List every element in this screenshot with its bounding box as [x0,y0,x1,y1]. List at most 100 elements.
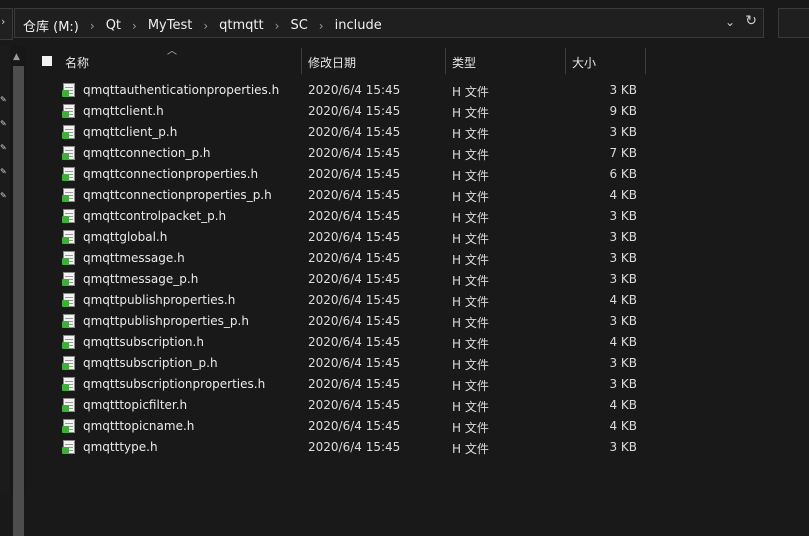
file-name: qmqttpublishproperties_p.h [83,314,249,328]
breadcrumb-include[interactable]: include [335,18,382,33]
file-date-modified: 2020/6/4 15:45 [308,419,401,433]
file-size: 3 KB [609,251,637,265]
chevron-right-icon[interactable]: › [275,19,280,33]
column-divider[interactable] [645,48,646,74]
file-name: qmqttclient.h [83,104,164,118]
file-row[interactable]: qmqttconnectionproperties.h 2020/6/4 15:4… [59,164,809,185]
file-type: H 文件 [452,337,489,351]
file-date-modified: 2020/6/4 15:45 [308,272,401,286]
scroll-up-arrow-icon[interactable]: ▲ [13,52,20,62]
chevron-right-icon[interactable]: › [90,19,95,33]
breadcrumb: 仓库 (M:) › Qt › MyTest › qtmqtt › SC › in… [23,16,382,35]
header-file-icon [62,398,75,412]
pin-icon[interactable]: ✎ [0,191,8,201]
pin-icon[interactable]: ✎ [0,143,8,153]
file-row[interactable]: qmqtttopicfilter.h 2020/6/4 15:45 H 文件 4 KB [59,395,809,416]
file-row[interactable]: qmqttpublishproperties.h 2020/6/4 15:45 H … [59,290,809,311]
header-file-icon [62,314,75,328]
pin-icon[interactable]: ✎ [0,95,8,105]
quick-access-strip: ✎ ✎ ✎ ✎ ✎ [0,46,10,495]
file-name: qmqttconnection_p.h [83,146,211,160]
file-name: qmqttmessage.h [83,251,185,265]
select-all-checkbox[interactable] [42,56,52,66]
file-type: H 文件 [452,85,489,99]
navigation-scrollbar[interactable]: ▲ [10,46,27,536]
file-size: 4 KB [609,398,637,412]
file-row[interactable]: qmqtttype.h 2020/6/4 15:45 H 文件 3 KB [59,437,809,458]
file-size: 3 KB [609,83,637,97]
file-row[interactable]: qmqttpublishproperties_p.h 2020/6/4 15:45… [59,311,809,332]
pin-icon[interactable]: ✎ [0,119,8,129]
scrollbar-thumb[interactable] [13,66,24,536]
file-size: 4 KB [609,335,637,349]
file-size: 6 KB [609,167,637,181]
file-type: H 文件 [452,421,489,435]
file-row[interactable]: qmqttmessage_p.h 2020/6/4 15:45 H 文件 3 KB [59,269,809,290]
file-type: H 文件 [452,253,489,267]
file-size: 4 KB [609,188,637,202]
file-type: H 文件 [452,274,489,288]
column-divider[interactable] [565,48,566,74]
file-name: qmqttconnectionproperties.h [83,167,259,181]
file-row[interactable]: qmqttsubscriptionproperties.h 2020/6/4 15… [59,374,809,395]
breadcrumb-sc[interactable]: SC [290,18,307,33]
header-file-icon [62,251,75,265]
breadcrumb-qt[interactable]: Qt [106,18,121,33]
header-file-icon [62,104,75,118]
column-size-header[interactable]: 大小 [572,54,596,71]
chevron-right-icon[interactable]: › [132,19,137,33]
file-date-modified: 2020/6/4 15:45 [308,440,401,454]
chevron-right-icon[interactable]: › [203,19,208,33]
chevron-down-icon[interactable]: ⌄ [725,15,735,29]
file-row[interactable]: qmqttconnectionproperties_p.h 2020/6/4 15… [59,185,809,206]
file-type: H 文件 [452,400,489,414]
file-row[interactable]: qmqttglobal.h 2020/6/4 15:45 H 文件 3 KB [59,227,809,248]
column-divider[interactable] [301,48,302,74]
file-size: 3 KB [609,377,637,391]
file-date-modified: 2020/6/4 15:45 [308,125,401,139]
chevron-right-icon[interactable]: › [319,19,324,33]
file-name: qmqttglobal.h [83,230,168,244]
file-name: qmqttmessage_p.h [83,272,199,286]
file-date-modified: 2020/6/4 15:45 [308,251,401,265]
file-row[interactable]: qmqtttopicname.h 2020/6/4 15:45 H 文件 4 KB [59,416,809,437]
header-file-icon [62,377,75,391]
file-name: qmqtttopicfilter.h [83,398,188,412]
file-row[interactable]: qmqttcontrolpacket_p.h 2020/6/4 15:45 H 文件… [59,206,809,227]
breadcrumb-drive[interactable]: 仓库 (M:) [23,16,79,35]
breadcrumb-mytest[interactable]: MyTest [148,18,193,33]
file-size: 9 KB [609,104,637,118]
address-expand-button[interactable]: › [0,8,13,40]
column-date-header[interactable]: 修改日期 [308,54,356,71]
refresh-icon[interactable]: ↻ [745,13,757,29]
column-divider[interactable] [445,48,446,74]
pin-icon[interactable]: ✎ [0,167,8,177]
breadcrumb-qtmqtt[interactable]: qtmqtt [219,18,263,33]
column-type-header[interactable]: 类型 [452,54,476,71]
address-field[interactable]: 仓库 (M:) › Qt › MyTest › qtmqtt › SC › in… [14,8,764,38]
file-row[interactable]: qmqttclient.h 2020/6/4 15:45 H 文件 9 KB [59,101,809,122]
file-type: H 文件 [452,295,489,309]
file-date-modified: 2020/6/4 15:45 [308,104,401,118]
file-row[interactable]: qmqttclient_p.h 2020/6/4 15:45 H 文件 3 KB [59,122,809,143]
file-size: 4 KB [609,293,637,307]
file-name: qmqtttype.h [83,440,158,454]
file-date-modified: 2020/6/4 15:45 [308,209,401,223]
file-size: 3 KB [609,314,637,328]
file-row[interactable]: qmqttconnection_p.h 2020/6/4 15:45 H 文件 7 K… [59,143,809,164]
search-input[interactable] [778,8,809,38]
file-size: 3 KB [609,125,637,139]
column-name-header[interactable]: 名称 [65,54,89,71]
file-date-modified: 2020/6/4 15:45 [308,398,401,412]
file-row[interactable]: qmqttauthenticationproperties.h 2020/6/4 … [59,80,809,101]
file-name: qmqttclient_p.h [83,125,178,139]
file-name: qmqtttopicname.h [83,419,195,433]
file-row[interactable]: qmqttsubscription_p.h 2020/6/4 15:45 H 文件 3… [59,353,809,374]
file-date-modified: 2020/6/4 15:45 [308,146,401,160]
file-row[interactable]: qmqttsubscription.h 2020/6/4 15:45 H 文件 4 K… [59,332,809,353]
file-row[interactable]: qmqttmessage.h 2020/6/4 15:45 H 文件 3 KB [59,248,809,269]
header-file-icon [62,146,75,160]
header-file-icon [62,167,75,181]
header-file-icon [62,356,75,370]
header-file-icon [62,188,75,202]
